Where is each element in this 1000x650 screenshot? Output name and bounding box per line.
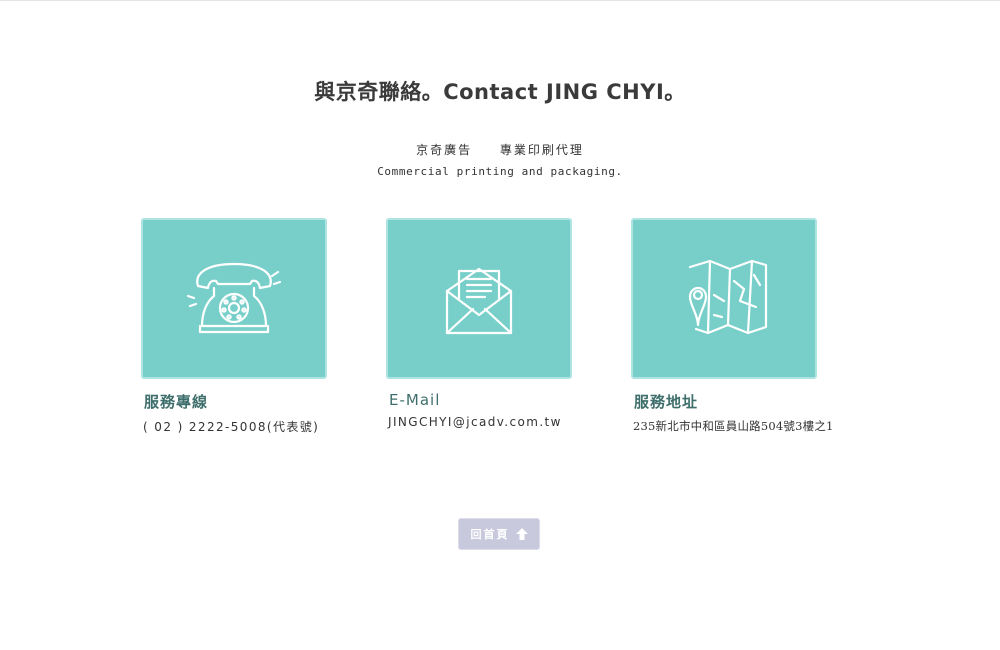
contact-card-email: E-Mail JINGCHYI@jcadv.com.tw: [386, 218, 572, 429]
email-tile: [386, 218, 572, 379]
page-title: 與京奇聯絡。Contact JING CHYI。: [314, 80, 686, 104]
subtitle-chinese: 京奇廣告 專業印刷代理: [416, 143, 584, 157]
home-button-label: 回首頁: [470, 528, 510, 541]
phone-number[interactable]: ( 02 ) 2222-5008(代表號): [141, 418, 327, 435]
phone-tile: [141, 218, 327, 379]
up-arrow-icon: [515, 528, 528, 540]
telephone-icon: [184, 252, 284, 346]
top-divider: [0, 0, 1000, 1]
email-label: E-Mail: [389, 391, 441, 409]
address-label: 服務地址: [634, 393, 699, 411]
address-text: 235新北市中和區員山路504號3樓之1: [633, 419, 834, 433]
contact-card-phone: 服務專線 ( 02 ) 2222-5008(代表號): [141, 218, 327, 435]
back-to-home-button[interactable]: 回首頁: [458, 518, 540, 550]
map-icon: [674, 255, 774, 343]
envelope-icon: [439, 255, 519, 343]
phone-label: 服務專線: [144, 393, 209, 411]
email-address[interactable]: JINGCHYI@jcadv.com.tw: [386, 415, 572, 429]
subtitle-english: Commercial printing and packaging.: [377, 165, 623, 178]
contact-card-address: 服務地址 235新北市中和區員山路504號3樓之1: [631, 218, 834, 434]
address-tile: [631, 218, 817, 379]
